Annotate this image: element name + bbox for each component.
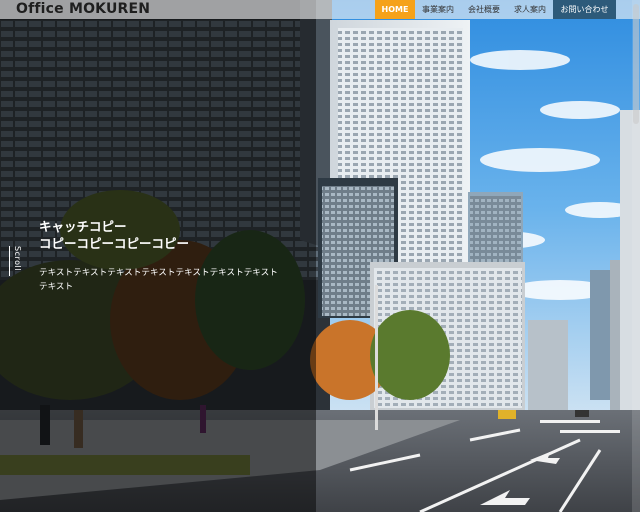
site-logo[interactable]: Office MOKUREN [16,0,150,19]
page-scrollbar[interactable] [632,0,640,512]
nav-home[interactable]: HOME [375,0,415,19]
page-scrollbar-thumb[interactable] [633,4,639,124]
hero-description: テキストテキストテキストテキストテキストテキストテキストテキスト [39,268,278,292]
hero-dark-overlay [0,0,316,512]
hero-catchcopy: キャッチコピー コピーコピーコピーコピー [39,218,189,252]
catchcopy-line-1: キャッチコピー [39,219,127,234]
catchcopy-line-2: コピーコピーコピーコピー [39,236,190,251]
nav-company[interactable]: 会社概要 [461,0,507,19]
global-nav: HOME 事業案内 会社概要 求人案内 お問い合わせ [375,0,616,19]
site-header: Office MOKUREN HOME 事業案内 会社概要 求人案内 お問い合わ… [0,0,640,19]
scroll-label: Scroll [13,246,22,271]
scroll-indicator[interactable]: Scroll [9,246,22,276]
nav-services[interactable]: 事業案内 [415,0,461,19]
scroll-line [9,246,10,276]
nav-contact-button[interactable]: お問い合わせ [553,0,616,19]
nav-recruit[interactable]: 求人案内 [507,0,553,19]
